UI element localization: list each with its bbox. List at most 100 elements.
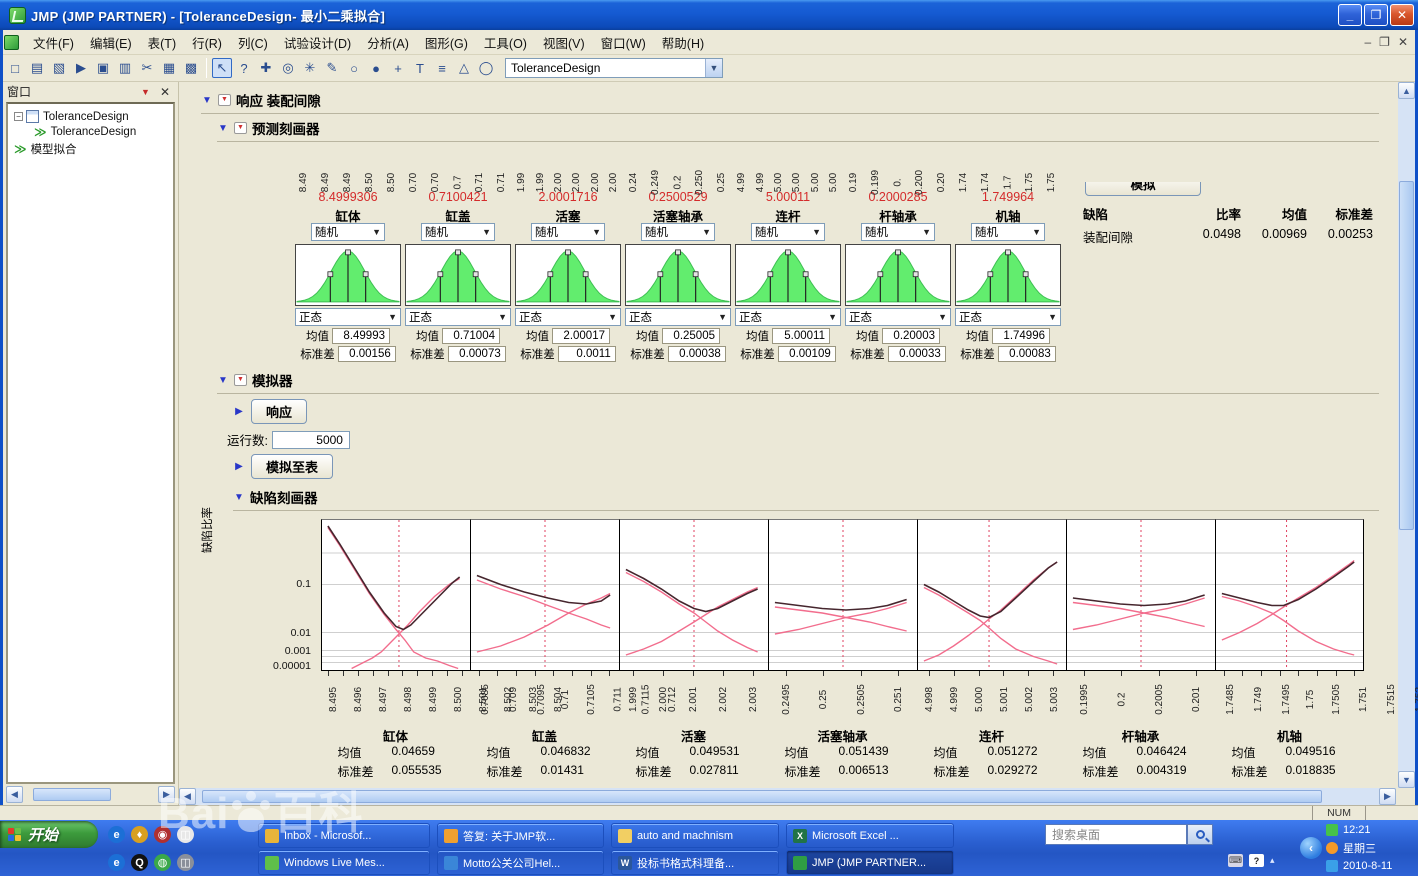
chevron-down-icon[interactable]: ▼	[372, 227, 381, 237]
disclosure-down-icon[interactable]: ▼	[233, 492, 245, 503]
response-outline-header[interactable]: ▼ ▼ 响应 装配间隙	[201, 88, 1379, 114]
media-quicklaunch-icon[interactable]: ◉	[154, 826, 171, 843]
simulator-outline-header[interactable]: ▼ ▼ 模拟器	[217, 368, 1379, 394]
menu-行(R)[interactable]: 行(R)	[184, 30, 230, 55]
defect-plot[interactable]	[768, 519, 917, 671]
ie-quicklaunch-icon[interactable]: e	[108, 854, 125, 871]
scroll-left-icon[interactable]: ◀	[179, 788, 196, 805]
taskbar-button-Microsoft Excel ...[interactable]: XMicrosoft Excel ...	[786, 823, 954, 848]
new-data-table-icon[interactable]: □	[5, 58, 25, 78]
random-dropdown[interactable]: 随机▼	[751, 223, 825, 241]
mail-quicklaunch-icon[interactable]: ♦	[131, 826, 148, 843]
distribution-plot[interactable]	[295, 244, 401, 306]
horizontal-scrollbar[interactable]: ◀ ▶	[179, 788, 1396, 805]
menu-窗口(W)[interactable]: 窗口(W)	[593, 30, 654, 55]
random-dropdown[interactable]: 随机▼	[531, 223, 605, 241]
keyboard-tray-icon[interactable]: ⌨	[1228, 854, 1243, 867]
polygon-tool-icon[interactable]: △	[454, 58, 474, 78]
sd-input[interactable]: 0.00038	[668, 346, 726, 362]
help-tool-icon[interactable]: ?	[234, 58, 254, 78]
profiler-outline-header[interactable]: ▼ ▼ 预测刻画器	[217, 116, 1379, 142]
distribution-plot[interactable]	[515, 244, 621, 306]
chevron-down-icon[interactable]: ▼	[922, 227, 931, 237]
menu-表(T)[interactable]: 表(T)	[140, 30, 184, 55]
response-section-button[interactable]: 响应	[251, 399, 307, 424]
mdi-minimize-button[interactable]: –	[1364, 35, 1371, 49]
chevron-down-icon[interactable]: ▼	[498, 312, 507, 322]
run-script-icon[interactable]: ▶	[71, 58, 91, 78]
grabber-tool-icon[interactable]: ✳	[300, 58, 320, 78]
window-list-combobox[interactable]: ToleranceDesign ▼	[505, 58, 723, 78]
sd-input[interactable]: 0.00109	[778, 346, 836, 362]
taskbar-button-JMP (JMP PARTNER...[interactable]: JMP (JMP PARTNER...	[786, 850, 954, 875]
minimize-button[interactable]: _	[1338, 4, 1362, 26]
arrow-tool-icon[interactable]: ↖	[212, 58, 232, 78]
building-quicklaunch-icon[interactable]: ◫	[177, 854, 194, 871]
chevron-down-icon[interactable]: ▼	[705, 59, 722, 77]
scroll-down-icon[interactable]: ▼	[1398, 771, 1415, 788]
distribution-dropdown[interactable]: 正态▼	[955, 308, 1061, 326]
disclosure-down-icon[interactable]: ▼	[217, 123, 229, 134]
mean-input[interactable]: 0.20003	[882, 328, 940, 344]
taskbar-button-Windows Live Mes...[interactable]: Windows Live Mes...	[258, 850, 430, 875]
mean-input[interactable]: 2.00017	[552, 328, 610, 344]
qq-quicklaunch-icon[interactable]: Q	[131, 854, 148, 871]
defect-plot[interactable]	[619, 519, 768, 671]
taskbar-button-投标书格式科理备...[interactable]: W投标书格式科理备...	[611, 850, 779, 875]
distribution-dropdown[interactable]: 正态▼	[515, 308, 621, 326]
mean-input[interactable]: 1.74996	[992, 328, 1050, 344]
disclosure-right-icon[interactable]: ▶	[233, 461, 245, 472]
tree-item-ToleranceDesign[interactable]: −ToleranceDesign	[10, 110, 171, 123]
distribution-dropdown[interactable]: 正态▼	[625, 308, 731, 326]
menu-帮助(H)[interactable]: 帮助(H)	[654, 30, 712, 55]
zoom-in-tool-icon[interactable]: ●	[366, 58, 386, 78]
scroll-thumb[interactable]	[202, 790, 1322, 803]
defect-profiler-outline-header[interactable]: ▼ 缺陷刻画器	[233, 485, 1379, 511]
disclosure-down-icon[interactable]: ▼	[201, 95, 213, 106]
distribution-plot[interactable]	[625, 244, 731, 306]
taskbar-button-答复: 关于JMP软...[interactable]: 答复: 关于JMP软...	[437, 823, 604, 848]
oval-tool-icon[interactable]: ◯	[476, 58, 496, 78]
menu-文件(F)[interactable]: 文件(F)	[25, 30, 82, 55]
sd-input[interactable]: 0.00033	[888, 346, 946, 362]
search-input[interactable]: 搜索桌面	[1045, 824, 1187, 845]
chevron-down-icon[interactable]: ▼	[482, 227, 491, 237]
defect-plot[interactable]	[1066, 519, 1215, 671]
taskbar-button-auto and machnism[interactable]: auto and machnism	[611, 823, 779, 848]
sd-input[interactable]: 0.00156	[338, 346, 396, 362]
distribution-plot[interactable]	[955, 244, 1061, 306]
scroll-thumb[interactable]	[33, 788, 111, 801]
chevron-down-icon[interactable]: ▼	[718, 312, 727, 322]
distribution-plot[interactable]	[405, 244, 511, 306]
mean-input[interactable]: 0.25005	[662, 328, 720, 344]
runs-input[interactable]: 5000	[272, 431, 350, 449]
defect-plot[interactable]	[917, 519, 1066, 671]
cut-icon[interactable]: ✂	[137, 58, 157, 78]
paste-icon[interactable]: ▩	[181, 58, 201, 78]
random-dropdown[interactable]: 随机▼	[641, 223, 715, 241]
chevron-down-icon[interactable]: ▼	[388, 312, 397, 322]
chevron-down-icon[interactable]: ▼	[608, 312, 617, 322]
random-dropdown[interactable]: 随机▼	[421, 223, 495, 241]
help-tray-icon[interactable]: ?	[1249, 854, 1264, 867]
chevron-down-icon[interactable]: ▼	[938, 312, 947, 322]
desktop-quicklaunch-icon[interactable]: ◫	[177, 826, 194, 843]
vertical-scrollbar[interactable]: ▲ ▼	[1398, 82, 1415, 788]
distribution-plot[interactable]	[735, 244, 841, 306]
red-triangle-menu-icon[interactable]: ▼	[234, 374, 247, 386]
new-journal-icon[interactable]: ▤	[27, 58, 47, 78]
close-button[interactable]: ✕	[1390, 4, 1414, 26]
scroll-up-icon[interactable]: ▲	[1398, 82, 1415, 99]
ie-quicklaunch-icon[interactable]: e	[108, 826, 125, 843]
save-icon[interactable]: ▣	[93, 58, 113, 78]
tree-expander-icon[interactable]: −	[14, 112, 23, 121]
search-button[interactable]	[1187, 824, 1213, 845]
sidebar-horizontal-scrollbar[interactable]: ◀ ▶	[6, 786, 175, 803]
menu-编辑(E)[interactable]: 编辑(E)	[82, 30, 140, 55]
defect-plot[interactable]	[470, 519, 619, 671]
start-button[interactable]: 开始	[0, 821, 98, 848]
copy-icon[interactable]: ▦	[159, 58, 179, 78]
sd-input[interactable]: 0.0011	[558, 346, 616, 362]
scroll-right-icon[interactable]: ▶	[1379, 788, 1396, 805]
distribution-dropdown[interactable]: 正态▼	[845, 308, 951, 326]
